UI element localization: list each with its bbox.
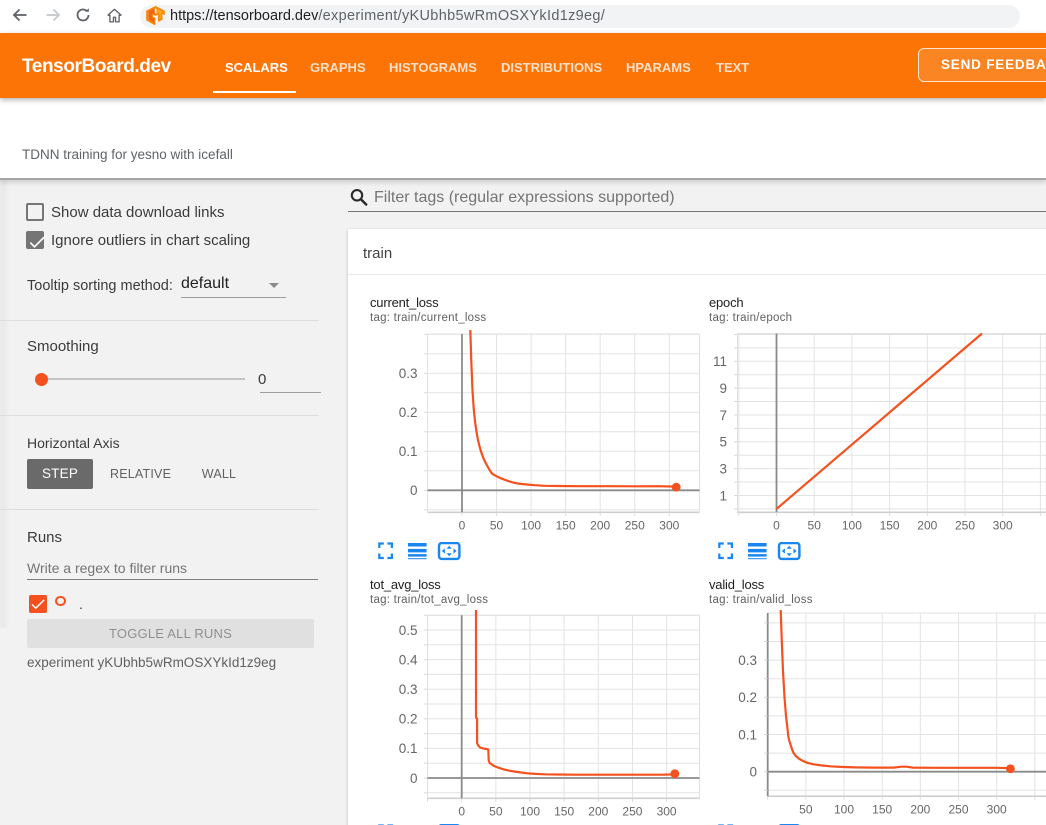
svg-text:0.3: 0.3 xyxy=(399,366,418,381)
svg-text:150: 150 xyxy=(880,519,900,533)
svg-text:0.2: 0.2 xyxy=(399,405,418,420)
svg-text:0.3: 0.3 xyxy=(738,653,757,668)
svg-text:0.4: 0.4 xyxy=(399,652,418,667)
svg-text:0.3: 0.3 xyxy=(399,682,418,697)
svg-text:0: 0 xyxy=(410,771,418,786)
svg-text:100: 100 xyxy=(521,519,541,533)
svg-text:0.2: 0.2 xyxy=(399,712,418,727)
svg-text:50: 50 xyxy=(490,519,504,533)
svg-text:9: 9 xyxy=(719,381,727,396)
svg-text:200: 200 xyxy=(917,519,937,533)
svg-text:0.5: 0.5 xyxy=(399,623,418,638)
svg-text:250: 250 xyxy=(948,802,968,816)
svg-text:150: 150 xyxy=(554,805,574,817)
svg-text:0.1: 0.1 xyxy=(738,727,757,742)
svg-text:7: 7 xyxy=(719,408,727,423)
svg-text:0.1: 0.1 xyxy=(399,444,418,459)
svg-text:0: 0 xyxy=(410,483,418,498)
svg-text:50: 50 xyxy=(489,805,503,817)
svg-text:300: 300 xyxy=(657,805,677,817)
svg-text:250: 250 xyxy=(625,519,645,533)
svg-text:0: 0 xyxy=(459,519,466,533)
svg-text:250: 250 xyxy=(955,519,975,533)
svg-text:0: 0 xyxy=(773,519,780,533)
svg-text:1: 1 xyxy=(719,488,727,503)
svg-text:150: 150 xyxy=(872,802,892,816)
svg-text:200: 200 xyxy=(590,519,610,533)
svg-text:0: 0 xyxy=(458,805,465,817)
svg-text:150: 150 xyxy=(556,519,576,533)
svg-text:100: 100 xyxy=(520,805,540,817)
svg-text:300: 300 xyxy=(987,802,1007,816)
svg-text:100: 100 xyxy=(842,519,862,533)
svg-text:300: 300 xyxy=(659,519,679,533)
svg-text:250: 250 xyxy=(622,805,642,817)
svg-text:50: 50 xyxy=(808,519,822,533)
svg-text:300: 300 xyxy=(993,519,1013,533)
svg-text:0: 0 xyxy=(749,765,757,780)
svg-text:200: 200 xyxy=(588,805,608,817)
svg-text:3: 3 xyxy=(719,461,727,476)
svg-text:50: 50 xyxy=(799,802,813,816)
svg-text:5: 5 xyxy=(719,435,727,450)
svg-text:200: 200 xyxy=(910,802,930,816)
svg-text:11: 11 xyxy=(713,354,727,369)
svg-text:0.1: 0.1 xyxy=(399,741,418,756)
svg-text:100: 100 xyxy=(834,802,854,816)
svg-text:0.2: 0.2 xyxy=(738,690,757,705)
